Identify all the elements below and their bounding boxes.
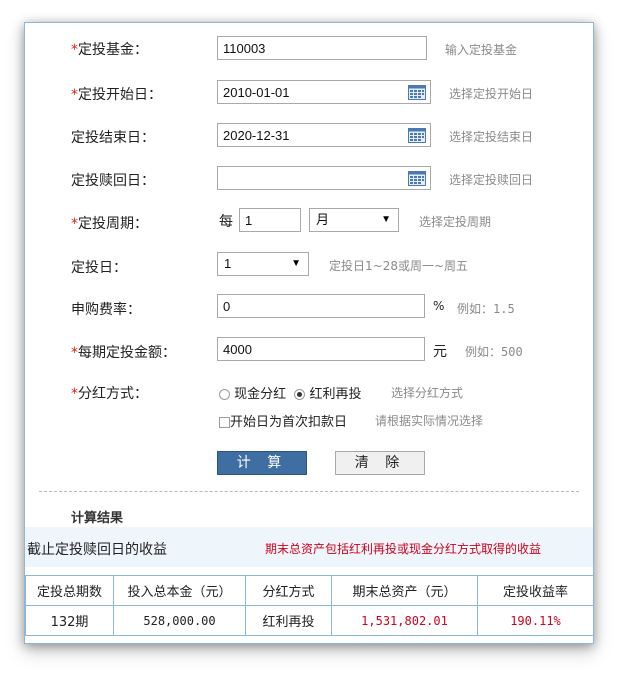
results-header-row: 定投总期数 投入总本金（元） 分红方式 期末总资产（元） 定投收益率	[25, 575, 594, 606]
cell-total-periods: 132期	[25, 605, 114, 636]
divider	[39, 491, 579, 492]
first-deduct-label: 开始日为首次扣款日	[230, 415, 348, 430]
period-label: *定投周期：	[71, 216, 148, 232]
first-deduct-checkbox[interactable]	[219, 417, 230, 428]
results-table: 定投总期数 投入总本金（元） 分红方式 期末总资产（元） 定投收益率 132期 …	[25, 575, 594, 636]
results-header-bar: 截止定投赎回日的收益 期末总资产包括红利再投或现金分红方式取得的收益	[25, 527, 593, 567]
invest-day-label: 定投日：	[71, 260, 127, 276]
fee-rate-label: 申购费率：	[71, 302, 141, 318]
fee-rate-hint: 例如：1.5	[457, 302, 515, 316]
fund-hint: 输入定投基金	[445, 43, 518, 57]
fund-calculator-panel: *定投基金： 110003 输入定投基金 *定投开始日： 2010-01-01 …	[24, 22, 594, 644]
dividend-hint: 选择分红方式	[391, 386, 464, 400]
col-dividend-method: 分红方式	[245, 575, 332, 606]
end-date-input[interactable]: 2020-12-31	[217, 123, 431, 147]
cell-return-rate: 190.11%	[477, 605, 594, 636]
amount-hint: 例如：500	[465, 345, 523, 359]
clear-button[interactable]: 清 除	[335, 451, 425, 475]
calendar-icon[interactable]	[408, 85, 426, 100]
fee-rate-unit: %	[433, 299, 445, 313]
amount-label: *每期定投金额：	[71, 345, 176, 361]
period-hint: 选择定投周期	[419, 215, 492, 229]
col-total-principal: 投入总本金（元）	[113, 575, 246, 606]
start-date-label: *定投开始日：	[71, 87, 162, 103]
start-date-hint: 选择定投开始日	[449, 87, 534, 101]
results-note: 期末总资产包括红利再投或现金分红方式取得的收益	[265, 542, 542, 556]
dropdown-arrow-icon: ▼	[291, 258, 301, 269]
radio-cash-dividend[interactable]	[219, 389, 230, 400]
fee-rate-input[interactable]: 0	[217, 294, 425, 318]
redeem-date-label: 定投赎回日：	[71, 173, 155, 189]
amount-input[interactable]: 4000	[217, 337, 425, 361]
redeem-date-input[interactable]	[217, 166, 431, 190]
first-deduct-option: 开始日为首次扣款日	[219, 411, 347, 430]
radio-reinvest[interactable]	[294, 389, 306, 400]
period-unit-select[interactable]: 月 ▼	[309, 208, 399, 232]
fund-label: *定投基金：	[71, 42, 148, 58]
end-date-label: 定投结束日：	[71, 130, 155, 146]
invest-day-select[interactable]: 1 ▼	[217, 252, 309, 276]
dividend-label: *分红方式：	[71, 386, 148, 402]
dropdown-arrow-icon: ▼	[381, 214, 391, 225]
period-prefix: 每	[219, 214, 233, 230]
col-return-rate: 定投收益率	[477, 575, 594, 606]
fund-code-input[interactable]: 110003	[217, 36, 427, 60]
results-title: 计算结果	[71, 511, 124, 526]
results-subtitle: 截止定投赎回日的收益	[27, 542, 167, 558]
calculate-button[interactable]: 计 算	[217, 451, 307, 475]
table-row: 132期 528,000.00 红利再投 1,531,802.01 190.11…	[25, 605, 594, 636]
invest-day-hint: 定投日1~28或周一~周五	[329, 259, 469, 273]
cell-total-principal: 528,000.00	[113, 605, 246, 636]
col-final-assets: 期末总资产（元）	[331, 575, 478, 606]
first-deduct-hint: 请根据实际情况选择	[375, 414, 484, 428]
redeem-date-hint: 选择定投赎回日	[449, 173, 534, 187]
start-date-input[interactable]: 2010-01-01	[217, 80, 431, 104]
calendar-icon[interactable]	[408, 128, 426, 143]
period-count-input[interactable]: 1	[239, 208, 301, 232]
col-total-periods: 定投总期数	[25, 575, 114, 606]
end-date-hint: 选择定投结束日	[449, 130, 534, 144]
amount-unit: 元	[433, 344, 447, 360]
cell-final-assets: 1,531,802.01	[331, 605, 478, 636]
cell-dividend-method: 红利再投	[245, 605, 332, 636]
radio-reinvest-label: 红利再投	[309, 387, 362, 402]
calendar-icon[interactable]	[408, 171, 426, 186]
dividend-options: 现金分红 红利再投	[219, 383, 361, 402]
radio-cash-dividend-label: 现金分红	[234, 387, 287, 402]
